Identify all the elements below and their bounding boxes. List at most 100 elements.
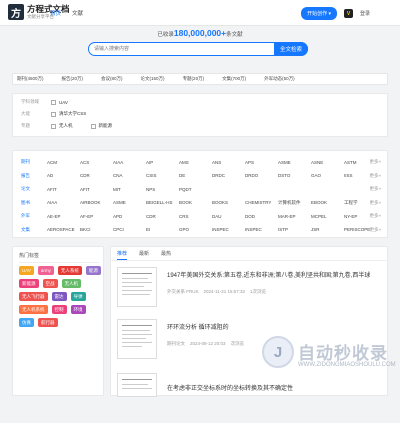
database-link[interactable]: CPCI [113,227,146,232]
database-link[interactable]: GPO [179,227,212,232]
hot-tag[interactable]: 无人机 [61,279,81,288]
database-link[interactable]: MIT [113,187,146,192]
database-link[interactable]: AFIT [80,187,113,192]
database-link[interactable]: INSPEC [212,227,245,232]
database-link[interactable]: MCPEL [311,214,344,219]
fulltext-search-button[interactable]: 全文检索 [274,42,308,56]
more-link[interactable]: 更多» [369,186,381,192]
database-link[interactable]: APD [113,214,146,219]
database-link[interactable]: ISTP [278,227,311,232]
database-link[interactable]: AMS [179,160,212,165]
database-link[interactable]: AFIT [47,187,80,192]
nav-home[interactable]: 首页 [50,9,61,17]
database-link[interactable]: INSPEC [245,227,278,232]
database-link[interactable]: CSIS [146,173,179,178]
database-link[interactable]: BOOK [179,200,212,206]
category-item[interactable]: 专题(20万) [183,76,205,82]
database-link[interactable]: EBOOK [311,200,344,206]
document-thumbnail[interactable] [117,267,157,307]
nav-documents[interactable]: 文献 [72,9,83,17]
database-link[interactable]: CDR [80,173,113,178]
database-link[interactable]: AE-EP [47,214,80,219]
hot-tag[interactable]: UAV [19,266,34,275]
category-item[interactable]: 期刊(4500万) [17,76,44,82]
database-link[interactable]: BKCI [80,227,113,232]
hot-tag[interactable]: 新能源 [19,279,39,288]
database-link[interactable]: PQDT [179,187,212,192]
hot-tag[interactable]: 环境 [70,305,86,314]
database-category-label[interactable]: 图书 [21,200,47,206]
database-link[interactable]: AIAA [47,200,80,206]
filter-value[interactable]: 无人机 [59,123,73,129]
database-link[interactable]: AIAA [113,160,146,165]
login-link[interactable]: 登录 [360,10,370,17]
database-link[interactable]: GAO [311,173,344,178]
filter-value[interactable]: 新能源 [99,123,113,129]
database-link[interactable]: DE [179,173,212,178]
database-category-label[interactable]: 文集 [21,227,47,233]
category-item[interactable]: 报告(20万) [62,76,84,82]
vip-icon[interactable]: V [343,9,353,18]
database-link[interactable]: BEIGELL-HS [146,200,179,206]
document-item[interactable]: 1947年美国外交关系:第五卷,近东和非洲;第八卷,美利坚共和国;第九卷,西半球… [117,267,383,317]
hot-tag[interactable]: 雷达 [51,292,67,301]
database-link[interactable]: ASNE [311,160,344,165]
database-link[interactable]: DSTO [278,173,311,178]
database-link[interactable]: CHEMISTRY [245,200,278,206]
document-item[interactable]: 在考虑非正交坐标系时的坐标转换及其不确定性 [117,373,383,423]
database-link[interactable]: NPS [146,187,179,192]
database-category-label[interactable]: 期刊 [21,159,47,165]
database-link[interactable]: ANS [212,160,245,165]
database-link[interactable]: CRS [179,214,212,219]
document-title[interactable]: 环环流分析 循环减阻的 [167,322,229,331]
database-link[interactable]: ASME [113,200,146,206]
database-link[interactable]: ACS [80,160,113,165]
database-link[interactable]: AIRBOOK [80,200,113,206]
more-link[interactable]: 更多» [369,173,381,179]
hot-tag[interactable]: 航行器 [38,318,58,327]
hot-tag[interactable]: 无人系统 [57,266,82,275]
document-title[interactable]: 1947年美国外交关系:第五卷,近东和非洲;第八卷,美利坚共和国;第九卷,西半球 [167,270,370,279]
document-title[interactable]: 在考虑非正交坐标系时的坐标转换及其不确定性 [167,383,293,392]
database-link[interactable]: AD [47,173,80,178]
more-link[interactable]: 更多» [369,227,381,233]
database-link[interactable]: EI [146,227,179,232]
document-thumbnail[interactable] [117,373,157,397]
document-thumbnail[interactable] [117,319,157,359]
category-item[interactable]: 会议(80万) [101,76,123,82]
database-link[interactable]: DRDC [212,173,245,178]
database-link[interactable]: DAU [212,214,245,219]
start-creating-button[interactable]: 开始创作 ▾ [301,7,337,20]
filter-value[interactable]: UAV [59,100,68,105]
database-link[interactable]: ACM [47,160,80,165]
more-link[interactable]: 更多» [369,200,381,206]
database-link[interactable]: MAR-EP [278,214,311,219]
database-link[interactable]: CNA [113,173,146,178]
hot-tag[interactable]: 无人机系统 [19,305,48,314]
database-link[interactable]: AIP [146,160,179,165]
tab-recommended[interactable]: 推荐 [117,250,128,260]
database-link[interactable]: BOOKS [212,200,245,206]
hot-tag[interactable]: 导弹 [70,292,86,301]
database-category-label[interactable]: 论文 [21,186,47,192]
tab-hottest[interactable]: 最热 [161,250,171,260]
hot-tag[interactable]: 能源 [85,266,101,275]
hot-tag[interactable]: 仿真 [19,318,34,327]
database-link[interactable]: DRDO [245,173,278,178]
database-category-label[interactable]: 外军 [21,213,47,219]
database-link[interactable]: AEROSPACE [47,227,80,232]
database-link[interactable]: AF-EP [80,214,113,219]
category-item[interactable]: 外军动态(50万) [264,76,295,82]
category-item[interactable]: 论文(150万) [141,76,165,82]
database-link[interactable]: APS [245,160,278,165]
more-link[interactable]: 更多» [369,213,381,219]
category-item[interactable]: 文集(700万) [222,76,246,82]
hot-tag[interactable]: 无人飞行器 [19,292,48,301]
database-link[interactable]: 计算机软件 [278,200,311,206]
database-link[interactable]: CDR [146,214,179,219]
filter-value[interactable]: 清华大学CSS [59,111,86,117]
more-link[interactable]: 更多» [369,159,381,165]
hot-tag[interactable]: army [37,266,54,275]
database-link[interactable]: JSR [311,227,344,232]
database-link[interactable]: ASME [278,160,311,165]
